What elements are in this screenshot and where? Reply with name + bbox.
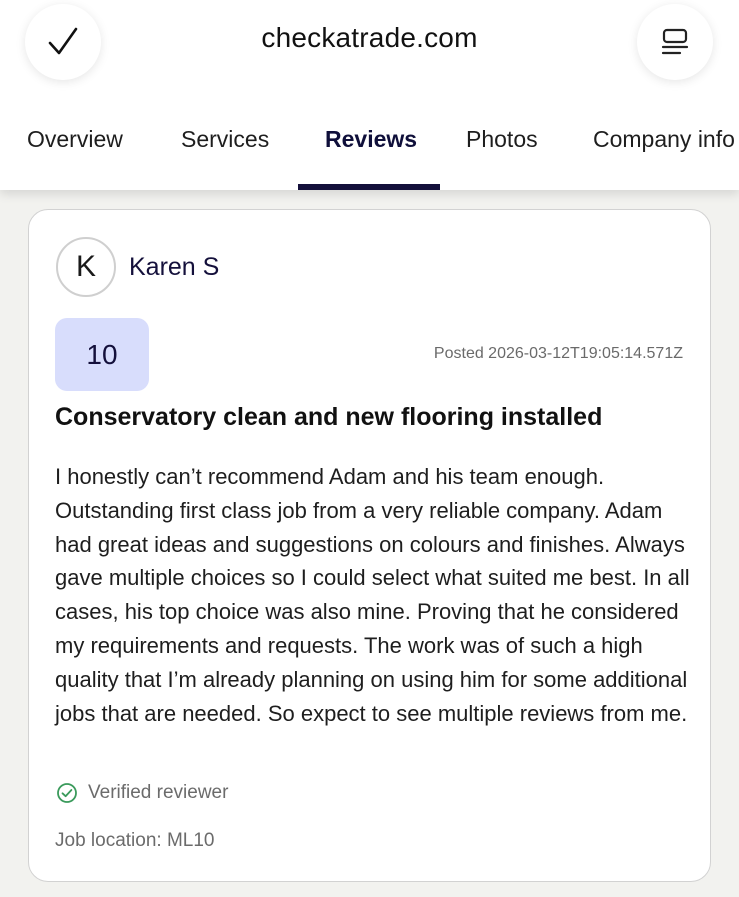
verified-label: Verified reviewer: [88, 782, 229, 803]
tab-photos[interactable]: Photos: [466, 126, 538, 153]
job-location: Job location: ML10: [55, 830, 215, 851]
tab-company-info[interactable]: Company info: [593, 126, 735, 153]
active-tab-indicator: [298, 184, 440, 190]
score-badge: 10: [55, 318, 149, 391]
top-bar: checkatrade.com Overview Services Review…: [0, 0, 739, 190]
page-menu-button[interactable]: [637, 4, 713, 80]
check-circle-icon: [57, 783, 77, 803]
tab-reviews[interactable]: Reviews: [325, 126, 417, 153]
tab-services[interactable]: Services: [181, 126, 269, 153]
menu-icon: [661, 28, 689, 55]
posted-date: Posted 2026-03-12T19:05:14.571Z: [433, 345, 683, 362]
verified-reviewer-badge: Verified reviewer: [56, 782, 228, 804]
review-body: I honestly can’t recommend Adam and his …: [55, 464, 690, 726]
review-title: Conservatory clean and new flooring inst…: [55, 403, 603, 431]
avatar: K: [56, 237, 116, 297]
tab-bar: Overview Services Reviews Photos Company…: [0, 118, 739, 190]
tab-overview[interactable]: Overview: [27, 126, 123, 153]
site-title: checkatrade.com: [261, 22, 478, 53]
reviewer-name: Karen S: [129, 253, 220, 281]
